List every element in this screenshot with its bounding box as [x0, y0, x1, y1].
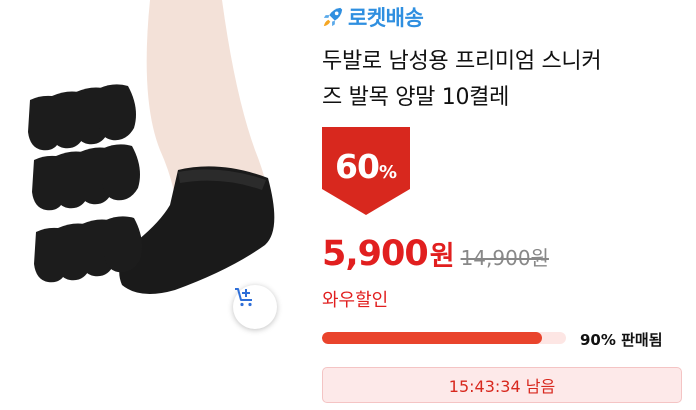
- price-row: 5,900 원 14,900원: [322, 234, 549, 274]
- original-price: 14,900원: [460, 246, 549, 270]
- socks-photo: [28, 0, 275, 294]
- product-title-line-1: 두발로 남성용 프리미엄 스니커: [322, 49, 602, 74]
- countdown-text: 15:43:34 남음: [448, 377, 556, 396]
- wow-discount-label: 와우할인: [322, 290, 389, 311]
- cart-plus-icon: [235, 288, 252, 307]
- product-title-line-2: 즈 발목 양말 10켤레: [322, 85, 510, 110]
- sales-progress-bar: [322, 332, 566, 344]
- discount-unit: %: [378, 162, 397, 183]
- discount-badge: 60%: [322, 127, 410, 215]
- product-title[interactable]: 두발로 남성용 프리미엄 스니커 즈 발목 양말 10켤레: [322, 44, 692, 116]
- add-to-cart-button[interactable]: [233, 285, 277, 329]
- countdown-timer: 15:43:34 남음: [322, 367, 682, 403]
- product-image[interactable]: [0, 0, 300, 410]
- sold-percent-label: 90% 판매됨: [580, 331, 663, 349]
- rocket-delivery-badge: 로켓배송: [322, 2, 424, 32]
- sale-price-unit: 원: [429, 241, 455, 272]
- rocket-delivery-label: 로켓배송: [348, 6, 424, 30]
- discount-value: 60: [335, 147, 380, 186]
- sales-progress-fill: [322, 332, 542, 344]
- rocket-icon: [323, 7, 343, 27]
- sale-price: 5,900: [322, 234, 429, 274]
